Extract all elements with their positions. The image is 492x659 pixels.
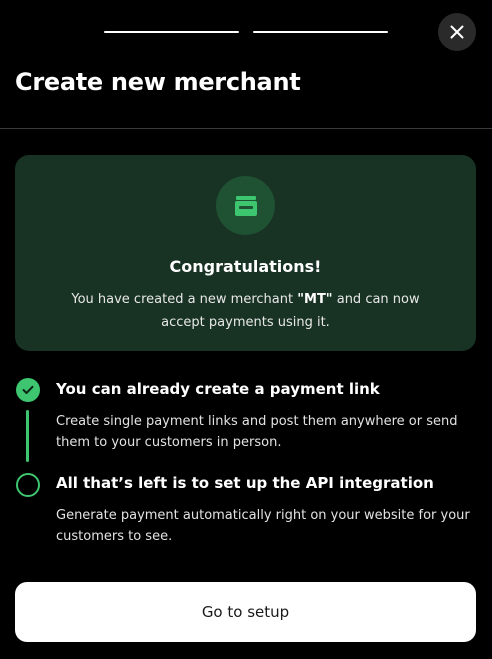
step-2-description: Generate payment automatically right on …: [56, 508, 470, 544]
empty-circle-icon: [16, 473, 40, 497]
step-connector-line: [26, 410, 29, 462]
store-icon: [234, 195, 257, 216]
close-button[interactable]: [438, 13, 476, 51]
progress-step-2: [253, 31, 388, 33]
progress-indicator: [104, 31, 388, 33]
step-1-description: Create single payment links and post the…: [56, 414, 458, 450]
success-heading: Congratulations!: [169, 257, 322, 276]
merchant-name: "MT": [297, 292, 333, 307]
message-prefix: You have created a new merchant: [71, 292, 298, 307]
check-icon: [22, 385, 34, 394]
header-divider: [0, 128, 492, 129]
success-card: Congratulations! You have created a new …: [15, 155, 476, 351]
store-icon-badge: [216, 176, 275, 235]
step-2-title: All that’s left is to set up the API int…: [56, 474, 434, 492]
success-message: You have created a new merchant "MT" and…: [55, 288, 436, 334]
close-icon: [450, 25, 464, 39]
step-1-title: You can already create a payment link: [56, 380, 380, 398]
go-to-setup-button[interactable]: Go to setup: [15, 582, 476, 642]
page-title: Create new merchant: [15, 68, 301, 96]
progress-step-1: [104, 31, 239, 33]
step-done-badge: [16, 378, 40, 402]
